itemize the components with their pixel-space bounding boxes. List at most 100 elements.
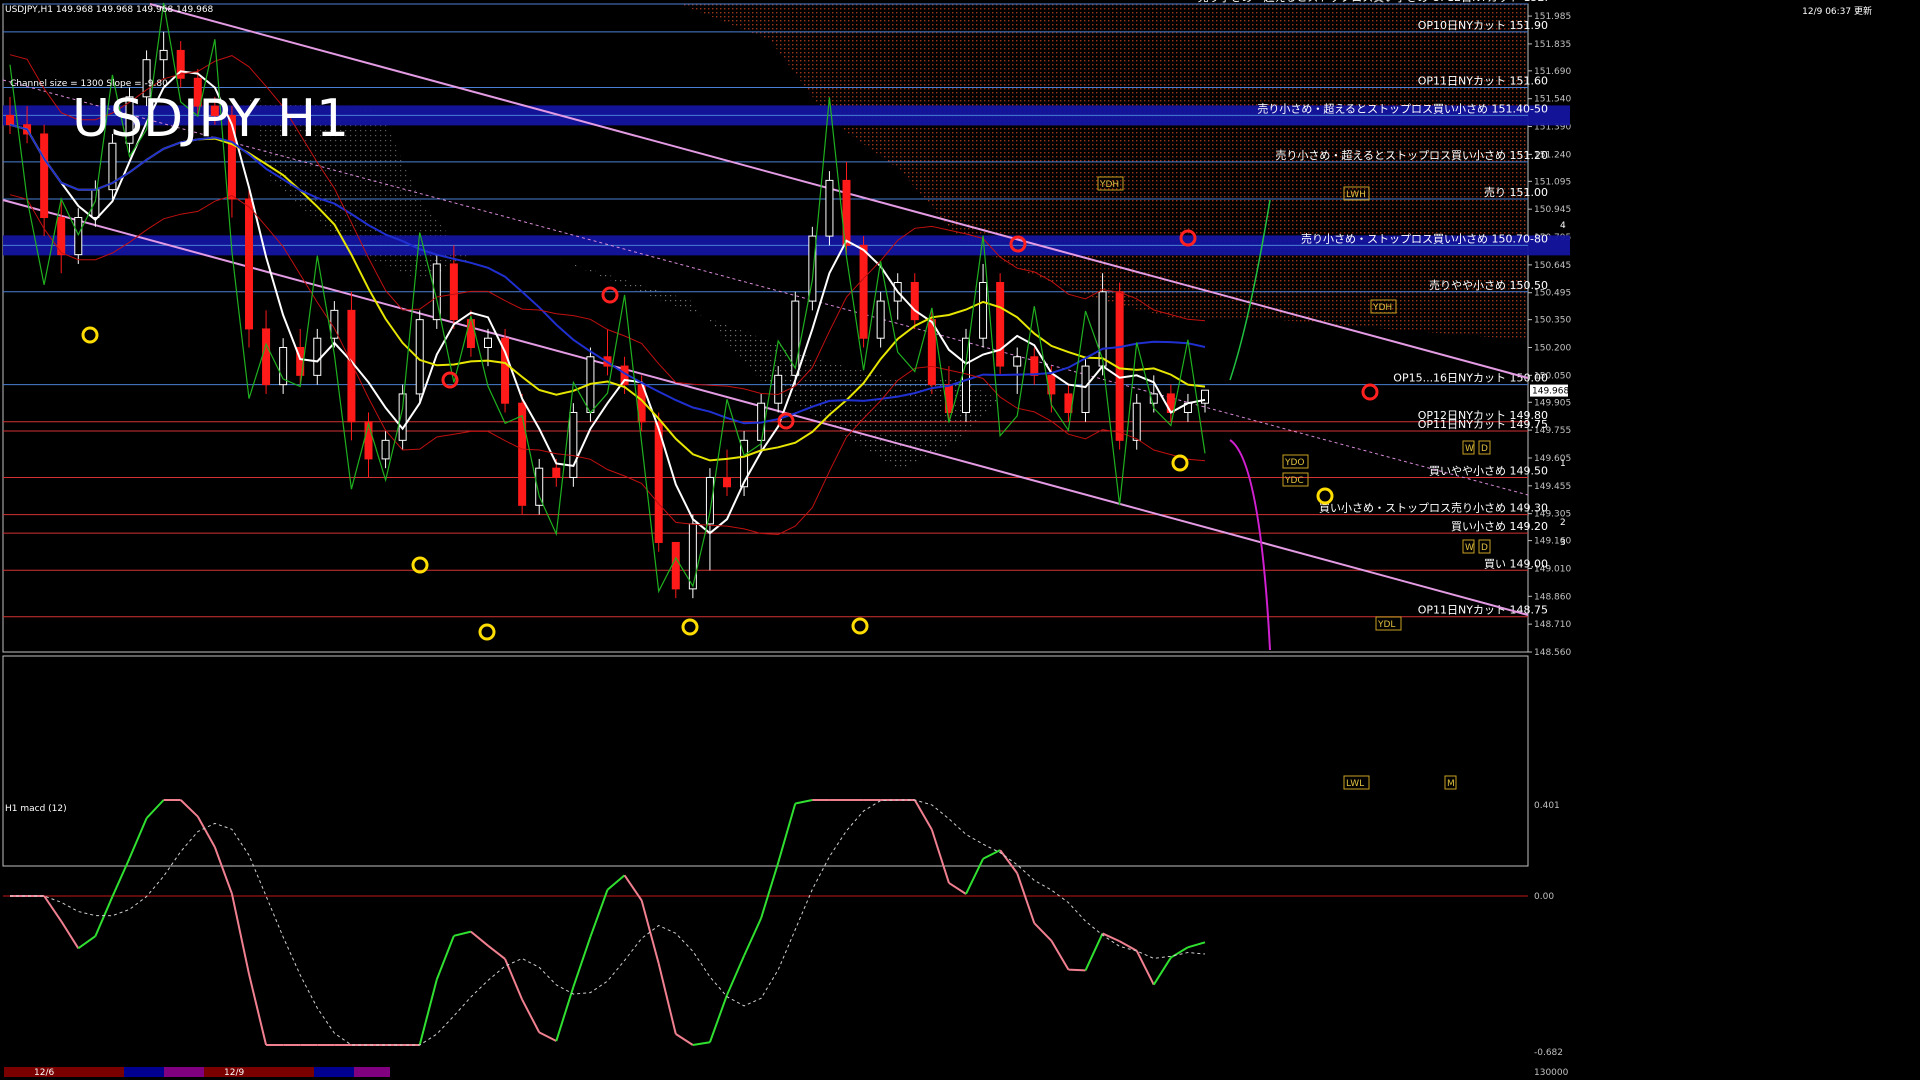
- signal-circle: [1171, 454, 1189, 472]
- candle-body: [91, 189, 100, 219]
- volume-label: 130000: [1534, 1068, 1569, 1078]
- macd-segment: [777, 803, 797, 863]
- level-label: 買いやや小さめ 149.50: [1429, 464, 1548, 477]
- candle-body: [262, 328, 271, 386]
- macd-axis-top: 0.401: [1534, 801, 1560, 811]
- macd-segment: [1187, 941, 1206, 949]
- macd-segment: [487, 944, 506, 960]
- marker-label: M: [1447, 779, 1455, 789]
- marker-label: LWH: [1346, 190, 1366, 200]
- channel-number-label: 4: [1560, 221, 1566, 231]
- candle-body: [313, 337, 322, 376]
- macd-segment: [230, 893, 250, 975]
- macd-segment: [999, 849, 1019, 874]
- macd-signal-line: [10, 799, 1206, 1046]
- marker-label: YDH: [1099, 180, 1119, 190]
- macd-segment: [760, 862, 780, 919]
- macd-segment: [435, 935, 455, 980]
- symbol-line: USDJPY,H1 149.968 149.968 149.968 149.96…: [5, 5, 214, 15]
- candle-body: [364, 421, 373, 460]
- macd-segment: [930, 829, 950, 884]
- candle-body: [825, 179, 834, 237]
- level-label: 売りやや小さめ 150.50: [1429, 279, 1548, 292]
- session-block: [354, 1067, 390, 1077]
- macd-segment: [196, 816, 216, 848]
- candle-body: [962, 337, 970, 413]
- macd-segment: [453, 930, 472, 937]
- macd-segment: [1135, 950, 1155, 986]
- date-label: 12/6: [34, 1068, 54, 1078]
- macd-segment: [538, 1031, 557, 1042]
- marker-label: YDH: [1372, 303, 1392, 313]
- macd-segment: [623, 874, 643, 901]
- macd-segment: [145, 799, 165, 819]
- candle-body: [859, 244, 868, 339]
- price-tick-label: 148.560: [1534, 648, 1571, 658]
- candle-body: [1013, 356, 1022, 367]
- macd-segment: [94, 896, 114, 937]
- level-label: OP10日NYカット 151.90: [1418, 19, 1548, 32]
- macd-axis-bottom: -0.682: [1534, 1048, 1563, 1058]
- macd-segment: [692, 1041, 711, 1046]
- session-block: [124, 1067, 164, 1077]
- candle-body: [552, 467, 561, 478]
- price-tick-label: 149.455: [1534, 482, 1571, 492]
- candle-body: [688, 523, 697, 590]
- candle-body: [347, 309, 356, 423]
- macd-segment: [1016, 872, 1036, 924]
- signal-circle: [478, 623, 496, 641]
- candle-body: [1098, 291, 1107, 367]
- macd-segment: [77, 935, 96, 950]
- level-label: OP11日NYカット 148.75: [1418, 604, 1548, 617]
- marker-label: W: [1465, 444, 1474, 454]
- level-label: 売り 151.00: [1484, 186, 1548, 199]
- macd-segment: [128, 817, 148, 859]
- macd-segment: [1033, 922, 1053, 942]
- macd-segment: [606, 874, 626, 891]
- macd-axis-zero: 0.00: [1534, 892, 1554, 902]
- candle-body: [381, 439, 390, 460]
- level-label: 買い 149.00: [1484, 557, 1548, 570]
- level-label: OP11日NYカット 149.75: [1418, 418, 1548, 431]
- macd-segment: [1050, 940, 1070, 971]
- forecast-down-line: [1229, 439, 1271, 651]
- marker-label: YDL: [1377, 620, 1395, 630]
- macd-segment: [1152, 957, 1172, 986]
- candle-body: [1030, 356, 1039, 376]
- level-label: 売り小さめ・超えるとストップロス買い小さめ 151.20: [1275, 148, 1548, 162]
- macd-segment: [708, 994, 728, 1043]
- trading-chart[interactable]: 151.985151.835151.690151.540151.390151.2…: [0, 0, 1920, 1080]
- session-block: [314, 1067, 354, 1077]
- price-tick-label: 150.200: [1534, 343, 1571, 353]
- candle-body: [484, 337, 492, 348]
- candle-body: [245, 198, 253, 330]
- macd-segment: [1102, 932, 1121, 943]
- channel-number-label: 2: [1560, 518, 1566, 528]
- marker-label: W: [1465, 543, 1474, 553]
- macd-segment: [572, 936, 592, 988]
- candle-body: [449, 263, 458, 321]
- level-label: 買い小さめ 149.20: [1451, 520, 1548, 533]
- macd-segment: [1170, 946, 1189, 959]
- macd-segment: [111, 857, 131, 897]
- channel-info: Channel size = 1300 Slope = -9.80: [10, 79, 168, 89]
- price-tick-label: 150.645: [1534, 261, 1571, 271]
- macd-segment: [1068, 968, 1086, 972]
- marker-label: D: [1481, 444, 1488, 454]
- marker-label: YDO: [1284, 458, 1305, 468]
- date-label: 12/9: [224, 1068, 244, 1078]
- macd-segment: [1084, 932, 1104, 971]
- macd-segment: [948, 882, 967, 895]
- channel-number-label: 1: [1560, 459, 1566, 469]
- candle-body: [671, 541, 680, 590]
- candle-body: [876, 300, 885, 339]
- candle-body: [1132, 402, 1141, 441]
- candle-body: [996, 282, 1005, 367]
- level-label: 売り小さめ・超えるとストップロス買い小さめ OP12日NYカット 152.: [1198, 0, 1548, 4]
- macd-panel-frame: [2, 655, 1529, 867]
- price-tick-label: 149.905: [1534, 398, 1571, 408]
- candle-body: [774, 374, 783, 404]
- candle-body: [40, 133, 49, 219]
- macd-segment: [743, 917, 763, 957]
- candle-body: [723, 476, 731, 488]
